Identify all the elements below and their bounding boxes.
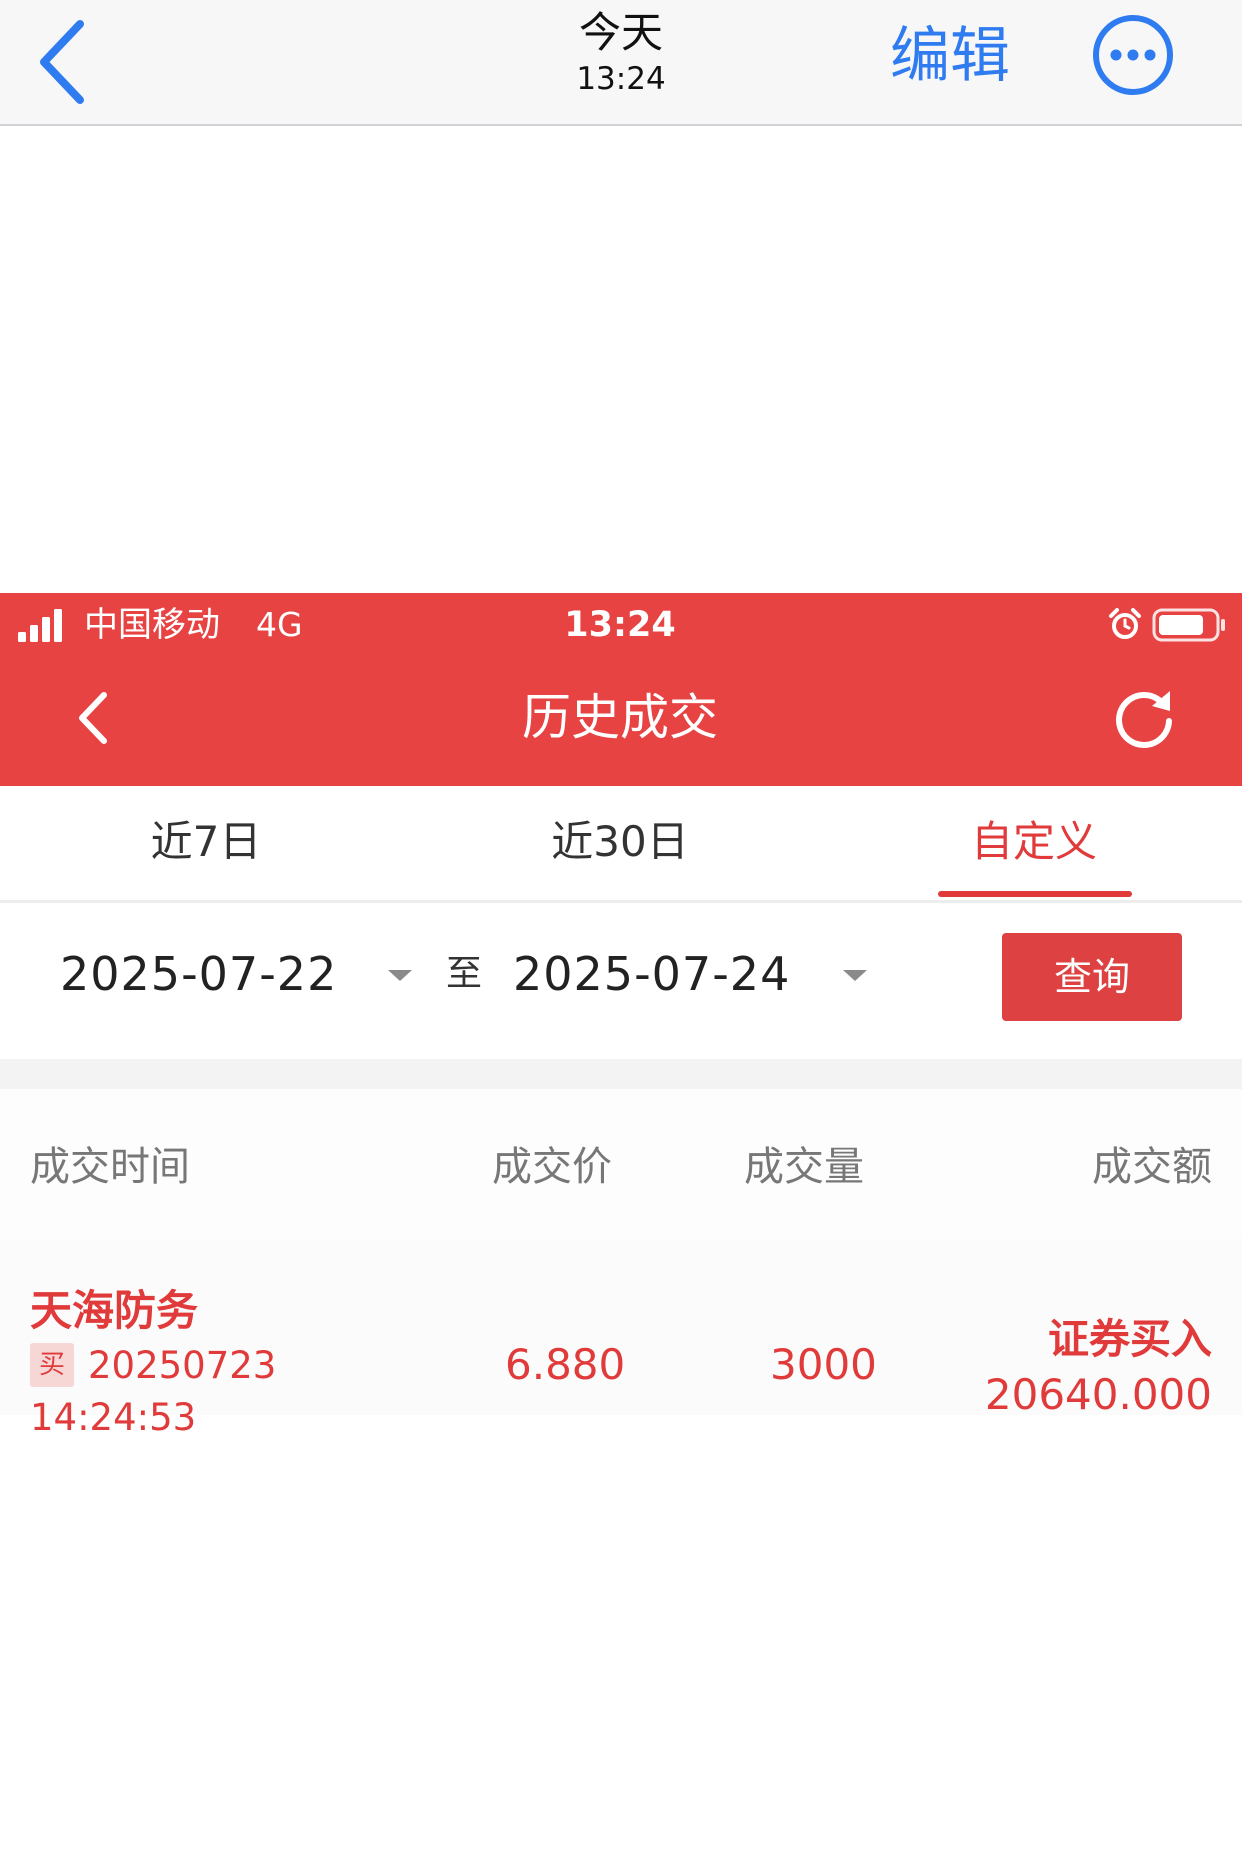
column-header-quantity: 成交量 — [744, 1144, 864, 1190]
carrier-name: 中国移动 — [84, 605, 220, 645]
column-header-price: 成交价 — [492, 1144, 612, 1190]
viewer-header: 今天 13:24 编辑 — [0, 0, 1242, 126]
caret-down-icon[interactable] — [388, 970, 412, 981]
status-time: 13:24 — [564, 605, 676, 645]
status-bar: 中国移动 4G 13:24 — [0, 593, 1242, 657]
signal-bars-icon — [18, 608, 72, 642]
section-divider — [0, 1059, 1242, 1089]
table-header: 成交时间 成交价 成交量 成交额 — [0, 1089, 1242, 1239]
column-header-time: 成交时间 — [30, 1144, 190, 1190]
page-title: 历史成交 — [521, 689, 718, 746]
buy-badge: 买 — [30, 1343, 74, 1387]
viewer-title: 今天 — [578, 8, 663, 57]
app-screenshot: 中国移动 4G 13:24 历史成交 近7日 近30日 自定义 2025-07-… — [0, 593, 1242, 1852]
caret-down-icon[interactable] — [843, 970, 867, 981]
battery-icon — [1152, 607, 1228, 643]
viewer-time: 13:24 — [576, 61, 666, 97]
trade-price: 6.880 — [505, 1340, 626, 1389]
stock-name: 天海防务 — [30, 1286, 199, 1335]
ellipsis-circle-icon[interactable] — [1091, 13, 1175, 97]
date-filter: 2025-07-22 至 2025-07-24 查询 — [0, 903, 1242, 1051]
end-date-picker[interactable]: 2025-07-24 — [513, 943, 790, 1005]
trade-direction: 证券买入 — [1048, 1315, 1212, 1363]
network-type: 4G — [256, 605, 303, 644]
period-tabs: 近7日 近30日 自定义 — [0, 786, 1242, 903]
back-chevron-icon[interactable] — [70, 683, 120, 753]
back-chevron-icon[interactable] — [30, 16, 120, 106]
trade-time: 14:24:53 — [30, 1396, 197, 1439]
edit-button[interactable]: 编辑 — [890, 16, 1010, 96]
tab-30-days[interactable]: 近30日 — [470, 814, 770, 870]
trade-amount: 20640.000 — [984, 1370, 1212, 1419]
trade-quantity: 3000 — [770, 1340, 877, 1389]
query-button[interactable]: 查询 — [1002, 933, 1182, 1021]
refresh-icon[interactable] — [1112, 685, 1178, 751]
red-header: 中国移动 4G 13:24 历史成交 — [0, 593, 1242, 786]
trade-date: 20250723 — [88, 1344, 277, 1387]
column-header-amount: 成交额 — [1092, 1144, 1212, 1190]
tab-custom[interactable]: 自定义 — [884, 814, 1184, 870]
alarm-clock-icon — [1108, 607, 1142, 641]
date-separator: 至 — [446, 953, 483, 994]
active-tab-indicator — [938, 891, 1132, 897]
tab-7-days[interactable]: 近7日 — [56, 814, 356, 870]
viewer-title-block: 今天 13:24 — [471, 6, 771, 98]
table-row[interactable]: 天海防务 买 20250723 14:24:53 6.880 3000 证券买入… — [0, 1239, 1242, 1439]
start-date-picker[interactable]: 2025-07-22 — [60, 943, 337, 1005]
